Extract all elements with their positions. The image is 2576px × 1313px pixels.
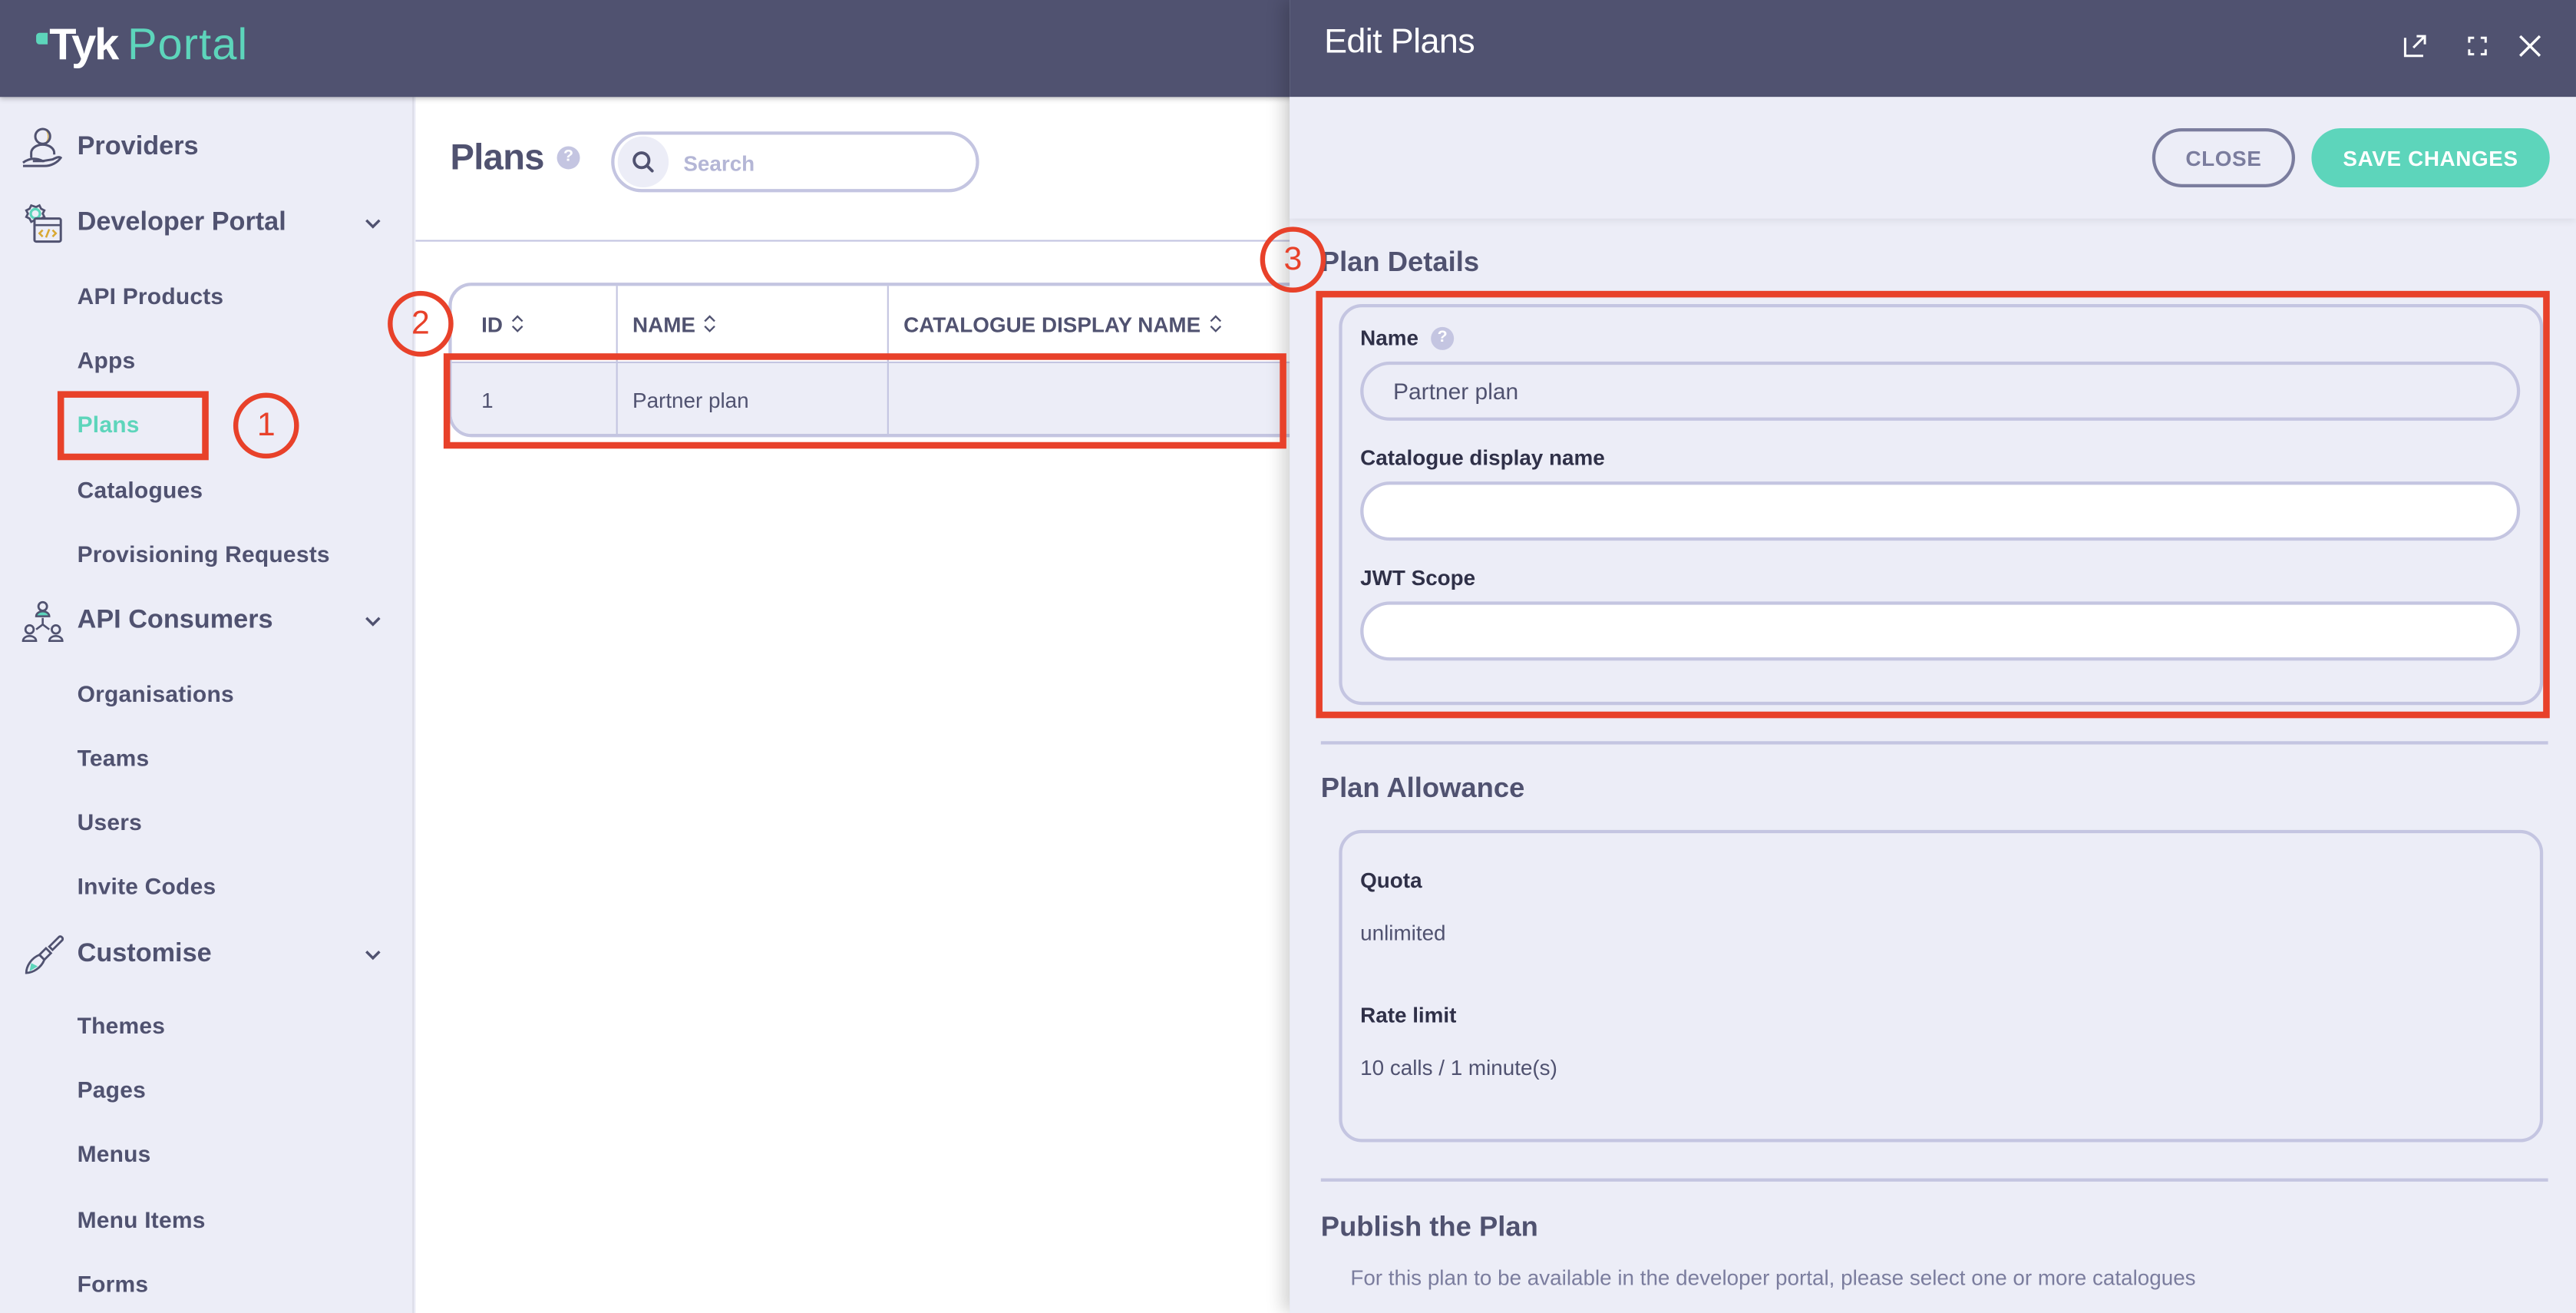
sidebar-item-catalogues[interactable]: Catalogues xyxy=(78,477,203,503)
chevron-down-icon[interactable] xyxy=(363,213,383,233)
api-consumers-icon xyxy=(21,600,64,643)
drawer-header: Edit Plans xyxy=(1290,0,2576,98)
jwt-scope-input[interactable] xyxy=(1360,601,2521,661)
column-header-label: ID xyxy=(481,311,503,336)
sidebar-item-organisations[interactable]: Organisations xyxy=(78,680,234,706)
sidebar-item-users[interactable]: Users xyxy=(78,809,142,835)
publish-plan-note: For this plan to be available in the dev… xyxy=(1350,1265,2196,1291)
column-divider xyxy=(616,286,618,435)
drawer-action-bar: CLOSE SAVE CHANGES xyxy=(1290,97,2576,219)
sort-icon[interactable] xyxy=(511,314,524,334)
section-divider xyxy=(1320,1178,2548,1182)
plan-details-heading: Plan Details xyxy=(1320,246,1480,278)
chevron-down-icon[interactable] xyxy=(363,611,383,631)
section-divider xyxy=(1320,741,2548,745)
quota-label: Quota xyxy=(1360,868,1422,893)
sidebar-section-api-consumers[interactable]: API Consumers xyxy=(0,597,414,646)
sidebar-item-menu-items[interactable]: Menu Items xyxy=(78,1206,206,1232)
sidebar-item-provisioning-requests[interactable]: Provisioning Requests xyxy=(78,541,330,567)
sidebar-item-apps[interactable]: Apps xyxy=(78,347,136,373)
sidebar-section-customise[interactable]: Customise xyxy=(0,930,414,979)
name-input[interactable] xyxy=(1360,361,2521,421)
search-input[interactable] xyxy=(680,146,959,180)
column-divider xyxy=(887,286,889,435)
column-header-name[interactable]: NAME xyxy=(632,286,717,361)
sidebar-section-providers[interactable]: Providers xyxy=(0,124,414,173)
tyk-portal-logo[interactable]: Tyk Portal xyxy=(36,20,248,69)
sidebar-section-label: Customise xyxy=(77,940,212,968)
sort-icon[interactable] xyxy=(1209,314,1222,334)
sidebar-section-label: Developer Portal xyxy=(77,208,286,237)
search-icon[interactable] xyxy=(617,136,669,187)
column-header-label: CATALOGUE DISPLAY NAME xyxy=(903,311,1201,336)
quota-value: unlimited xyxy=(1360,920,1446,945)
field-label-jwt-scope: JWT Scope xyxy=(1360,565,1476,590)
annotation-marker-1: 1 xyxy=(233,392,299,459)
sidebar-section-label: API Consumers xyxy=(77,606,273,635)
rate-limit-value: 10 calls / 1 minute(s) xyxy=(1360,1055,1557,1080)
sidebar-section-developer-portal[interactable]: Developer Portal xyxy=(0,199,414,248)
table-row[interactable]: 1 Partner plan xyxy=(451,363,1333,435)
edit-plans-drawer: Edit Plans CLOSE SAVE CHANGES Plan Detai… xyxy=(1290,0,2576,1313)
main-content: Plans ? ID NAME CATALOGUE DISPLAY NAME xyxy=(415,97,1336,1313)
column-header-catalogue-display-name[interactable]: CATALOGUE DISPLAY NAME xyxy=(903,286,1222,361)
fullscreen-icon[interactable] xyxy=(2464,33,2490,59)
close-icon[interactable] xyxy=(2517,33,2543,59)
help-icon[interactable]: ? xyxy=(556,146,580,170)
column-header-id[interactable]: ID xyxy=(481,286,524,361)
rate-limit-label: Rate limit xyxy=(1360,1002,1457,1027)
drawer-title: Edit Plans xyxy=(1324,22,1475,61)
chevron-down-icon[interactable] xyxy=(363,945,383,965)
help-icon[interactable]: ? xyxy=(1431,326,1455,350)
logo-mark-icon xyxy=(36,31,48,44)
field-label-name: Name xyxy=(1360,326,1418,350)
sidebar-item-menus[interactable]: Menus xyxy=(78,1140,151,1166)
sidebar-item-teams[interactable]: Teams xyxy=(78,745,150,771)
cell-name: Partner plan xyxy=(632,388,749,413)
sidebar-section-label: Providers xyxy=(77,133,199,161)
field-label-text: Name xyxy=(1360,325,1418,350)
annotation-marker-3: 3 xyxy=(1260,227,1326,293)
sidebar-item-themes[interactable]: Themes xyxy=(78,1012,166,1038)
sidebar: Providers Developer Portal API Products … xyxy=(0,97,414,1313)
sidebar-item-forms[interactable]: Forms xyxy=(78,1270,149,1296)
divider xyxy=(415,240,1290,242)
column-header-label: NAME xyxy=(632,311,695,336)
sidebar-item-plans[interactable]: Plans xyxy=(78,411,140,437)
publish-plan-heading: Publish the Plan xyxy=(1320,1211,1538,1243)
logo-brand: Tyk xyxy=(49,19,119,69)
provider-hand-icon xyxy=(22,127,63,167)
open-external-icon[interactable] xyxy=(2402,33,2428,59)
plan-allowance-heading: Plan Allowance xyxy=(1320,772,1525,804)
sidebar-item-pages[interactable]: Pages xyxy=(78,1077,146,1103)
developer-portal-icon xyxy=(25,203,62,243)
logo-product: Portal xyxy=(127,19,249,69)
page-title: Plans xyxy=(450,136,544,178)
sidebar-item-api-products[interactable]: API Products xyxy=(78,283,224,309)
app-window: Tyk Portal Providers Developer Portal AP… xyxy=(0,0,2576,1313)
plan-allowance-card xyxy=(1339,829,2544,1143)
close-button[interactable]: CLOSE xyxy=(2152,127,2295,187)
save-changes-button[interactable]: SAVE CHANGES xyxy=(2311,127,2550,187)
sidebar-item-invite-codes[interactable]: Invite Codes xyxy=(78,872,216,898)
field-label-catalogue-display-name: Catalogue display name xyxy=(1360,445,1605,471)
cell-id: 1 xyxy=(481,388,494,413)
search-box xyxy=(611,131,979,193)
paintbrush-icon xyxy=(25,935,64,974)
plans-table: ID NAME CATALOGUE DISPLAY NAME 1 Partner… xyxy=(448,283,1336,438)
sort-icon[interactable] xyxy=(704,314,717,334)
annotation-marker-2: 2 xyxy=(388,290,454,357)
catalogue-display-name-input[interactable] xyxy=(1360,481,2521,541)
